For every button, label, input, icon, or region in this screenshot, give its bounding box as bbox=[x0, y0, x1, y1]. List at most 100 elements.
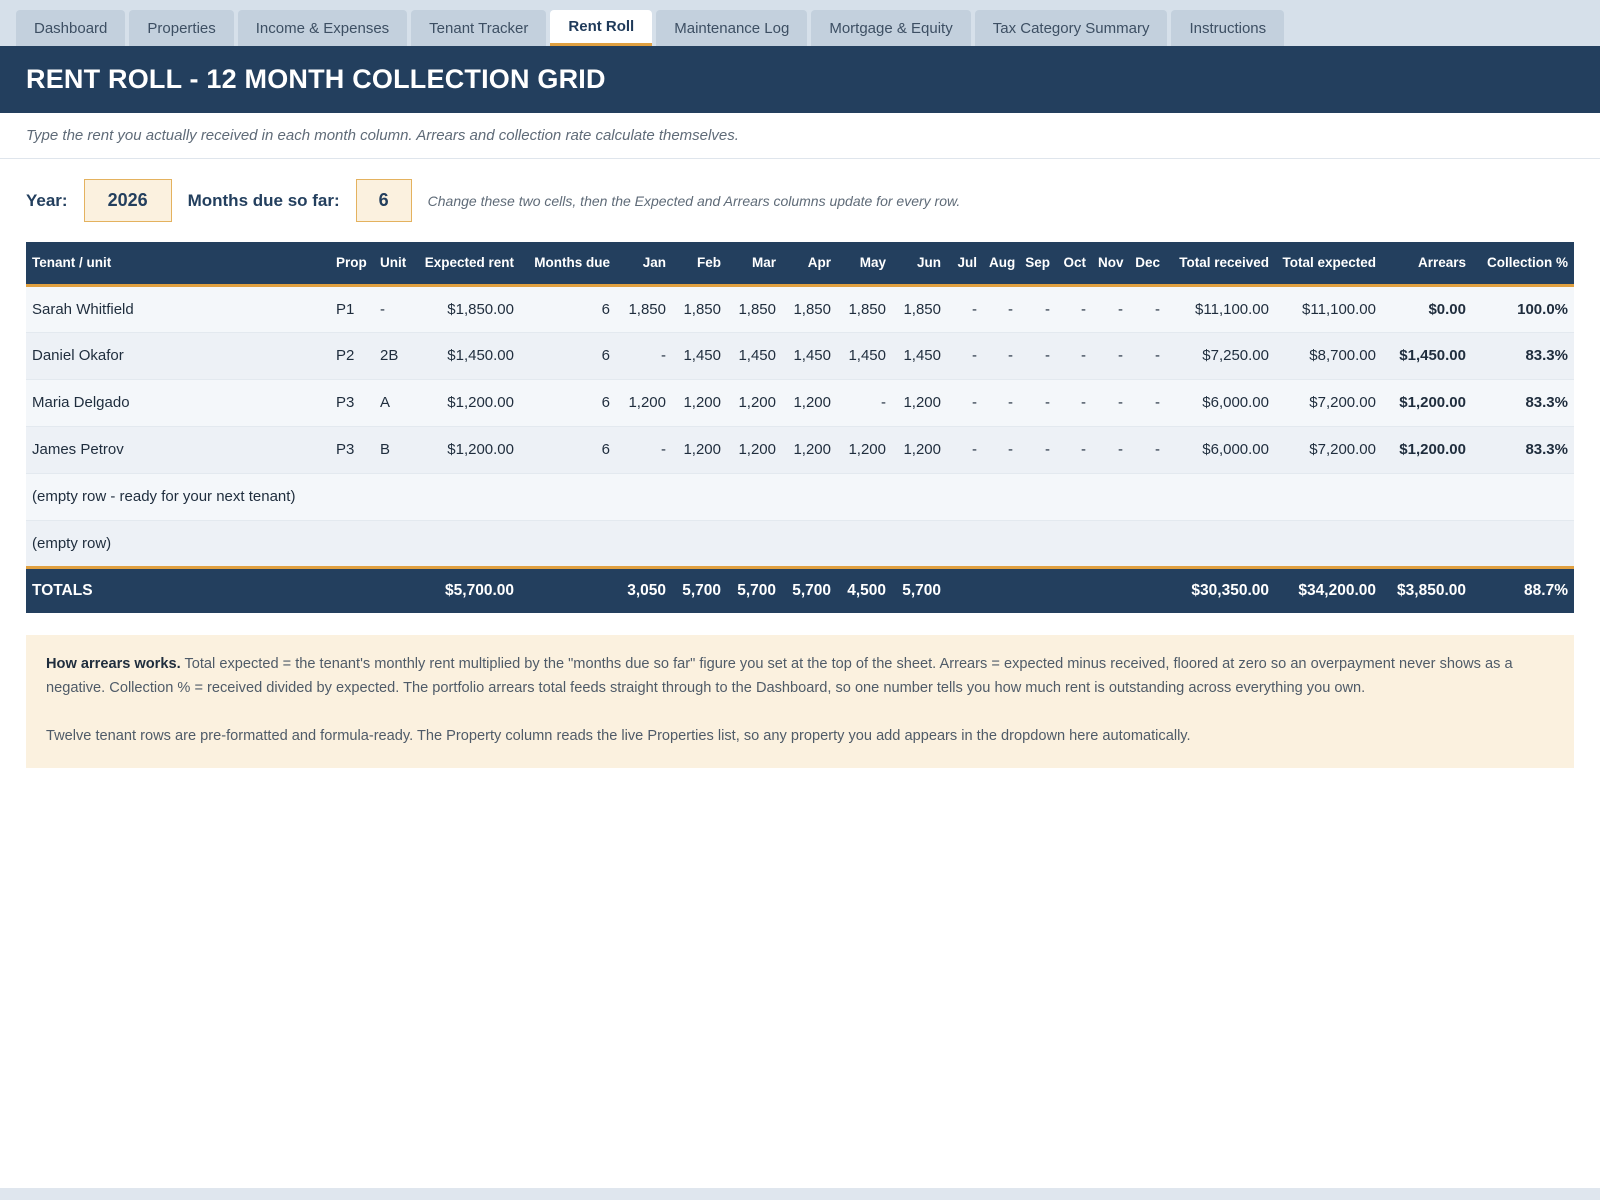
month-cell[interactable]: - bbox=[616, 332, 672, 380]
month-cell[interactable]: 1,200 bbox=[616, 379, 672, 427]
totals-received: $30,350.00 bbox=[1166, 567, 1275, 613]
tab-maintenance-log[interactable]: Maintenance Log bbox=[656, 10, 808, 46]
column-header-dec: Dec bbox=[1129, 242, 1166, 287]
month-cell[interactable]: - bbox=[1129, 379, 1166, 427]
month-cell[interactable]: - bbox=[837, 379, 892, 427]
month-cell[interactable]: - bbox=[1092, 379, 1129, 427]
months-due-label: Months due so far: bbox=[187, 190, 340, 210]
month-cell[interactable]: 1,450 bbox=[892, 332, 947, 380]
tab-tenant-tracker[interactable]: Tenant Tracker bbox=[411, 10, 547, 46]
month-cell[interactable]: 1,200 bbox=[892, 426, 947, 474]
total-received-cell: $6,000.00 bbox=[1166, 426, 1275, 474]
month-cell[interactable]: 1,200 bbox=[782, 426, 837, 474]
month-cell[interactable]: - bbox=[1092, 426, 1129, 474]
totals-expected-rent: $5,700.00 bbox=[418, 567, 520, 613]
bottom-scroll-strip[interactable] bbox=[0, 1188, 1600, 1200]
month-cell[interactable]: - bbox=[1019, 379, 1056, 427]
month-cell[interactable]: 1,450 bbox=[672, 332, 727, 380]
month-cell[interactable]: 1,850 bbox=[892, 285, 947, 333]
month-cell[interactable]: 1,850 bbox=[837, 285, 892, 333]
tenant-cell[interactable]: James Petrov bbox=[26, 426, 330, 474]
prop-cell[interactable]: P3 bbox=[330, 426, 374, 474]
month-cell[interactable]: - bbox=[983, 379, 1019, 427]
month-cell[interactable]: 1,200 bbox=[727, 426, 782, 474]
arrears-note: How arrears works. Total expected = the … bbox=[26, 635, 1574, 768]
month-cell[interactable]: 1,450 bbox=[837, 332, 892, 380]
tab-income-expenses[interactable]: Income & Expenses bbox=[237, 10, 408, 46]
month-cell[interactable]: - bbox=[616, 426, 672, 474]
note-body: Total expected = the tenant's monthly re… bbox=[46, 656, 1513, 696]
month-cell[interactable]: - bbox=[1129, 332, 1166, 380]
tab-dashboard[interactable]: Dashboard bbox=[16, 10, 126, 46]
empty-row-placeholder[interactable]: (empty row) bbox=[26, 520, 1574, 569]
tab-rent-roll[interactable]: Rent Roll bbox=[550, 10, 653, 46]
table-row: James Petrov P3 B $1,200.00 6-1,200 1,200 1,20… bbox=[26, 426, 1574, 474]
expected-rent-cell[interactable]: $1,450.00 bbox=[418, 332, 520, 380]
tab-mortgage-equity[interactable]: Mortgage & Equity bbox=[811, 10, 971, 46]
month-cell[interactable]: 1,850 bbox=[616, 285, 672, 333]
page-title: RENT ROLL - 12 MONTH COLLECTION GRID bbox=[0, 46, 1600, 113]
column-header-oct: Oct bbox=[1056, 242, 1092, 287]
year-input[interactable] bbox=[83, 179, 172, 222]
month-cell[interactable]: - bbox=[1092, 332, 1129, 380]
tab-tax-category-summary[interactable]: Tax Category Summary bbox=[974, 10, 1168, 46]
empty-table-row: (empty row) bbox=[26, 520, 1574, 569]
month-cell[interactable]: 1,850 bbox=[727, 285, 782, 333]
total-expected-cell: $8,700.00 bbox=[1275, 332, 1382, 380]
month-cell[interactable]: - bbox=[983, 285, 1019, 333]
unit-cell[interactable]: - bbox=[374, 285, 418, 333]
month-cell[interactable]: 1,200 bbox=[727, 379, 782, 427]
unit-cell[interactable]: 2B bbox=[374, 332, 418, 380]
totals-month-cell bbox=[1129, 567, 1166, 613]
tenant-cell[interactable]: Sarah Whitfield bbox=[26, 285, 330, 333]
month-cell[interactable]: - bbox=[983, 426, 1019, 474]
tab-properties[interactable]: Properties bbox=[129, 10, 234, 46]
month-cell[interactable]: - bbox=[983, 332, 1019, 380]
empty-row-placeholder[interactable]: (empty row - ready for your next tenant) bbox=[26, 473, 1574, 521]
month-cell[interactable]: 1,200 bbox=[782, 379, 837, 427]
prop-cell[interactable]: P2 bbox=[330, 332, 374, 380]
months-due-cell: 6 bbox=[520, 332, 616, 380]
month-cell[interactable]: - bbox=[1056, 379, 1092, 427]
month-cell[interactable]: 1,450 bbox=[727, 332, 782, 380]
month-cell[interactable]: - bbox=[1129, 426, 1166, 474]
expected-rent-cell[interactable]: $1,850.00 bbox=[418, 285, 520, 333]
month-cell[interactable]: - bbox=[1129, 285, 1166, 333]
month-cell[interactable]: 1,850 bbox=[782, 285, 837, 333]
month-cell[interactable]: - bbox=[1019, 332, 1056, 380]
collection-pct-cell: 83.3% bbox=[1472, 332, 1574, 380]
prop-cell[interactable]: P3 bbox=[330, 379, 374, 427]
tenant-cell[interactable]: Daniel Okafor bbox=[26, 332, 330, 380]
month-cell[interactable]: - bbox=[947, 285, 983, 333]
month-cell[interactable]: - bbox=[1056, 426, 1092, 474]
tab-instructions[interactable]: Instructions bbox=[1171, 10, 1285, 46]
month-cell[interactable]: - bbox=[1056, 332, 1092, 380]
table-row: Daniel Okafor P2 2B $1,450.00 6-1,450 1,450 1,… bbox=[26, 332, 1574, 380]
tenant-cell[interactable]: Maria Delgado bbox=[26, 379, 330, 427]
month-cell[interactable]: - bbox=[1092, 285, 1129, 333]
month-cell[interactable]: 1,450 bbox=[782, 332, 837, 380]
month-cell[interactable]: - bbox=[1019, 285, 1056, 333]
unit-cell[interactable]: A bbox=[374, 379, 418, 427]
month-cell[interactable]: 1,200 bbox=[672, 379, 727, 427]
month-cell[interactable]: - bbox=[947, 379, 983, 427]
month-cell[interactable]: - bbox=[947, 426, 983, 474]
month-cell[interactable]: 1,200 bbox=[672, 426, 727, 474]
expected-rent-cell[interactable]: $1,200.00 bbox=[418, 426, 520, 474]
month-cell[interactable]: - bbox=[947, 332, 983, 380]
total-received-cell: $11,100.00 bbox=[1166, 285, 1275, 333]
month-cell[interactable]: - bbox=[1019, 426, 1056, 474]
rent-roll-grid: Tenant / unit Prop Unit Expected rent Months… bbox=[26, 242, 1574, 613]
column-header-apr: Apr bbox=[782, 242, 837, 287]
totals-months-due bbox=[520, 567, 616, 613]
month-cell[interactable]: 1,200 bbox=[837, 426, 892, 474]
unit-cell[interactable]: B bbox=[374, 426, 418, 474]
column-header-expected-rent: Expected rent bbox=[418, 242, 520, 287]
prop-cell[interactable]: P1 bbox=[330, 285, 374, 333]
totals-month-cell: 5,700 bbox=[892, 567, 947, 613]
months-due-input[interactable] bbox=[355, 179, 412, 222]
month-cell[interactable]: - bbox=[1056, 285, 1092, 333]
month-cell[interactable]: 1,850 bbox=[672, 285, 727, 333]
expected-rent-cell[interactable]: $1,200.00 bbox=[418, 379, 520, 427]
month-cell[interactable]: 1,200 bbox=[892, 379, 947, 427]
